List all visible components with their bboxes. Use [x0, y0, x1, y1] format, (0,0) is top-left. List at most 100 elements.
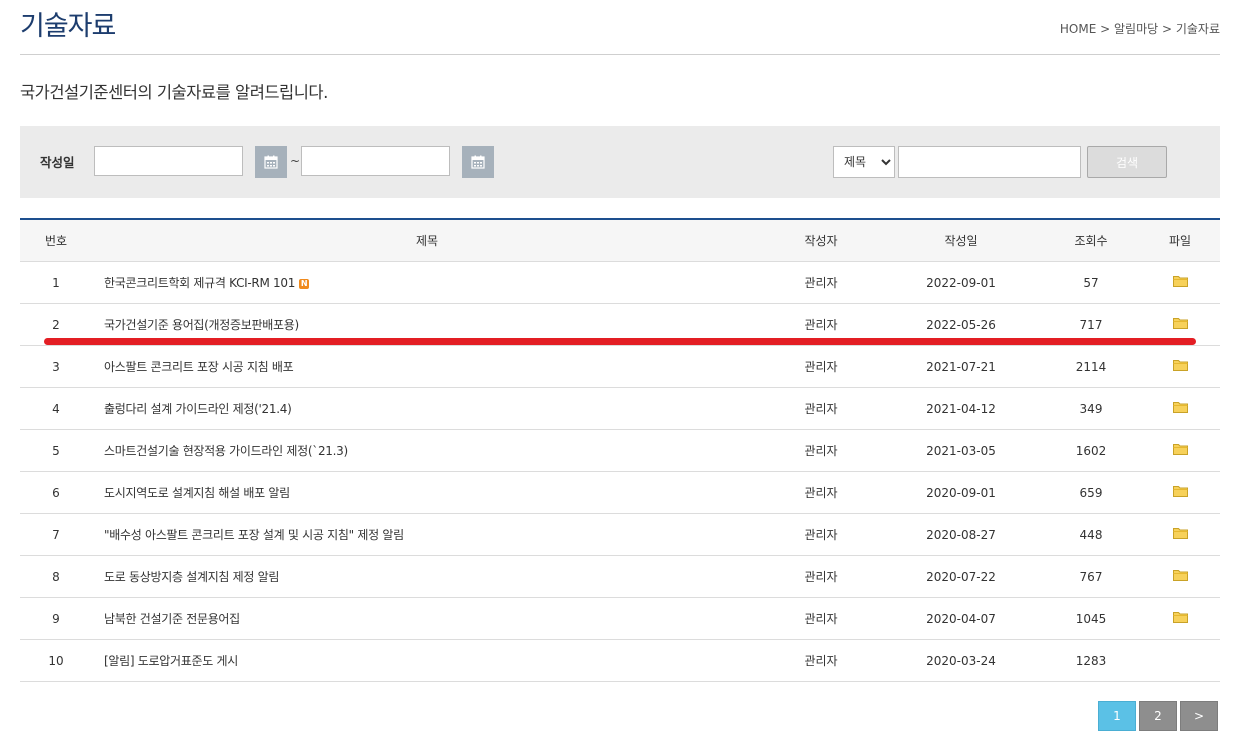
- folder-icon[interactable]: [1172, 359, 1188, 374]
- row-number: 4: [20, 387, 92, 430]
- row-title-cell: 남북한 건설기준 전문용어집: [92, 597, 762, 640]
- row-date: 2020-07-22: [880, 555, 1042, 598]
- table-row: 4 출렁다리 설계 가이드라인 제정('21.4) 관리자 2021-04-12 349: [20, 387, 1220, 430]
- row-date: 2020-09-01: [880, 471, 1042, 514]
- row-file-cell: [1140, 639, 1220, 682]
- row-file-cell: [1140, 345, 1220, 388]
- row-date: 2021-04-12: [880, 387, 1042, 430]
- row-author: 관리자: [762, 513, 880, 556]
- date-label: 작성일: [40, 155, 75, 170]
- row-title-link[interactable]: 국가건설기준 용어집(개정증보판배포용): [104, 318, 299, 332]
- start-date-input[interactable]: [94, 146, 243, 176]
- table-header-row: 번호 제목 작성자 작성일 조회수 파일: [20, 219, 1220, 262]
- folder-icon[interactable]: [1172, 443, 1188, 458]
- row-number: 5: [20, 429, 92, 472]
- row-title-link[interactable]: 도로 동상방지층 설계지침 제정 알림: [104, 570, 279, 584]
- row-number: 8: [20, 555, 92, 598]
- row-title-link[interactable]: 한국콘크리트학회 제규격 KCI-RM 101: [104, 276, 295, 290]
- next-page-button[interactable]: >: [1180, 701, 1218, 731]
- folder-icon[interactable]: [1172, 611, 1188, 626]
- row-views: 1602: [1042, 429, 1140, 472]
- row-date: 2020-08-27: [880, 513, 1042, 556]
- row-title-link[interactable]: [알림] 도로압거표준도 게시: [104, 654, 238, 668]
- row-file-cell: [1140, 429, 1220, 472]
- row-views: 767: [1042, 555, 1140, 598]
- pagination: 1 2 >: [1098, 701, 1218, 731]
- row-title-link[interactable]: 아스팔트 콘크리트 포장 시공 지침 배포: [104, 360, 294, 374]
- table-row: 9 남북한 건설기준 전문용어집 관리자 2020-04-07 1045: [20, 597, 1220, 640]
- row-views: 2114: [1042, 345, 1140, 388]
- table-row: 1 한국콘크리트학회 제규격 KCI-RM 101 N 관리자 2022-09-01 57: [20, 261, 1220, 304]
- row-views: 659: [1042, 471, 1140, 514]
- row-views: 1045: [1042, 597, 1140, 640]
- row-file-cell: [1140, 513, 1220, 556]
- table-row: 8 도로 동상방지층 설계지침 제정 알림 관리자 2020-07-22 767: [20, 555, 1220, 598]
- page-button-2[interactable]: 2: [1139, 701, 1177, 731]
- table-row: 7 "배수성 아스팔트 콘크리트 포장 설계 및 시공 지침" 제정 알림 관리자 2…: [20, 513, 1220, 556]
- table-row: 10 [알림] 도로압거표준도 게시 관리자 2020-03-24 1283: [20, 639, 1220, 682]
- column-header-date: 작성일: [880, 219, 1042, 262]
- end-date-calendar-button[interactable]: [462, 146, 494, 178]
- board-body: 1 한국콘크리트학회 제규격 KCI-RM 101 N 관리자 2022-09-01 57…: [20, 261, 1220, 682]
- search-button[interactable]: 검색: [1087, 146, 1167, 178]
- row-views: 57: [1042, 261, 1140, 304]
- start-date-calendar-button[interactable]: [255, 146, 287, 178]
- row-title-cell: 아스팔트 콘크리트 포장 시공 지침 배포: [92, 345, 762, 388]
- row-views: 1283: [1042, 639, 1140, 682]
- end-date-input[interactable]: [301, 146, 450, 176]
- row-title-link[interactable]: 스마트건설기술 현장적용 가이드라인 제정(`21.3): [104, 444, 348, 458]
- breadcrumb: HOME > 알림마당 > 기술자료: [1059, 22, 1220, 36]
- folder-icon[interactable]: [1172, 569, 1188, 584]
- row-title-link[interactable]: 도시지역도로 설계지침 해설 배포 알림: [104, 486, 290, 500]
- row-author: 관리자: [762, 555, 880, 598]
- row-file-cell: [1140, 387, 1220, 430]
- page-button-1[interactable]: 1: [1098, 701, 1136, 731]
- search-field-select[interactable]: 제목: [833, 146, 895, 178]
- row-date: 2020-03-24: [880, 639, 1042, 682]
- board-table: 번호 제목 작성자 작성일 조회수 파일 1 한국콘크리트학회 제규격 KCI-R…: [20, 218, 1220, 682]
- row-author: 관리자: [762, 261, 880, 304]
- folder-icon[interactable]: [1172, 275, 1188, 290]
- row-views: 349: [1042, 387, 1140, 430]
- row-author: 관리자: [762, 345, 880, 388]
- row-date: 2021-03-05: [880, 429, 1042, 472]
- row-number: 7: [20, 513, 92, 556]
- row-date: 2022-09-01: [880, 261, 1042, 304]
- folder-icon[interactable]: [1172, 527, 1188, 542]
- calendar-icon: [264, 155, 278, 169]
- column-header-file: 파일: [1140, 219, 1220, 262]
- row-number: 9: [20, 597, 92, 640]
- date-separator: ~: [290, 154, 301, 168]
- column-header-title: 제목: [92, 219, 762, 262]
- page-title: 기술자료: [20, 11, 116, 42]
- row-views: 448: [1042, 513, 1140, 556]
- row-author: 관리자: [762, 639, 880, 682]
- folder-icon[interactable]: [1172, 317, 1188, 332]
- row-title-cell: "배수성 아스팔트 콘크리트 포장 설계 및 시공 지침" 제정 알림: [92, 513, 762, 556]
- table-row: 6 도시지역도로 설계지침 해설 배포 알림 관리자 2020-09-01 659: [20, 471, 1220, 514]
- column-header-views: 조회수: [1042, 219, 1140, 262]
- row-author: 관리자: [762, 597, 880, 640]
- row-author: 관리자: [762, 471, 880, 514]
- table-row: 3 아스팔트 콘크리트 포장 시공 지침 배포 관리자 2021-07-21 2114: [20, 345, 1220, 388]
- row-title-cell: 도로 동상방지층 설계지침 제정 알림: [92, 555, 762, 598]
- row-title-cell: 도시지역도로 설계지침 해설 배포 알림: [92, 471, 762, 514]
- search-keyword-input[interactable]: [898, 146, 1081, 178]
- row-number: 6: [20, 471, 92, 514]
- row-file-cell: [1140, 471, 1220, 514]
- new-badge: N: [299, 279, 310, 289]
- folder-icon[interactable]: [1172, 401, 1188, 416]
- row-title-link[interactable]: 출렁다리 설계 가이드라인 제정('21.4): [104, 402, 292, 416]
- row-title-cell: 출렁다리 설계 가이드라인 제정('21.4): [92, 387, 762, 430]
- row-author: 관리자: [762, 429, 880, 472]
- row-title-cell: [알림] 도로압거표준도 게시: [92, 639, 762, 682]
- row-title-link[interactable]: 남북한 건설기준 전문용어집: [104, 612, 240, 626]
- row-file-cell: [1140, 555, 1220, 598]
- column-header-author: 작성자: [762, 219, 880, 262]
- folder-icon[interactable]: [1172, 485, 1188, 500]
- row-file-cell: [1140, 261, 1220, 304]
- row-number: 1: [20, 261, 92, 304]
- calendar-icon: [471, 155, 485, 169]
- row-title-link[interactable]: "배수성 아스팔트 콘크리트 포장 설계 및 시공 지침" 제정 알림: [104, 528, 404, 542]
- row-number: 3: [20, 345, 92, 388]
